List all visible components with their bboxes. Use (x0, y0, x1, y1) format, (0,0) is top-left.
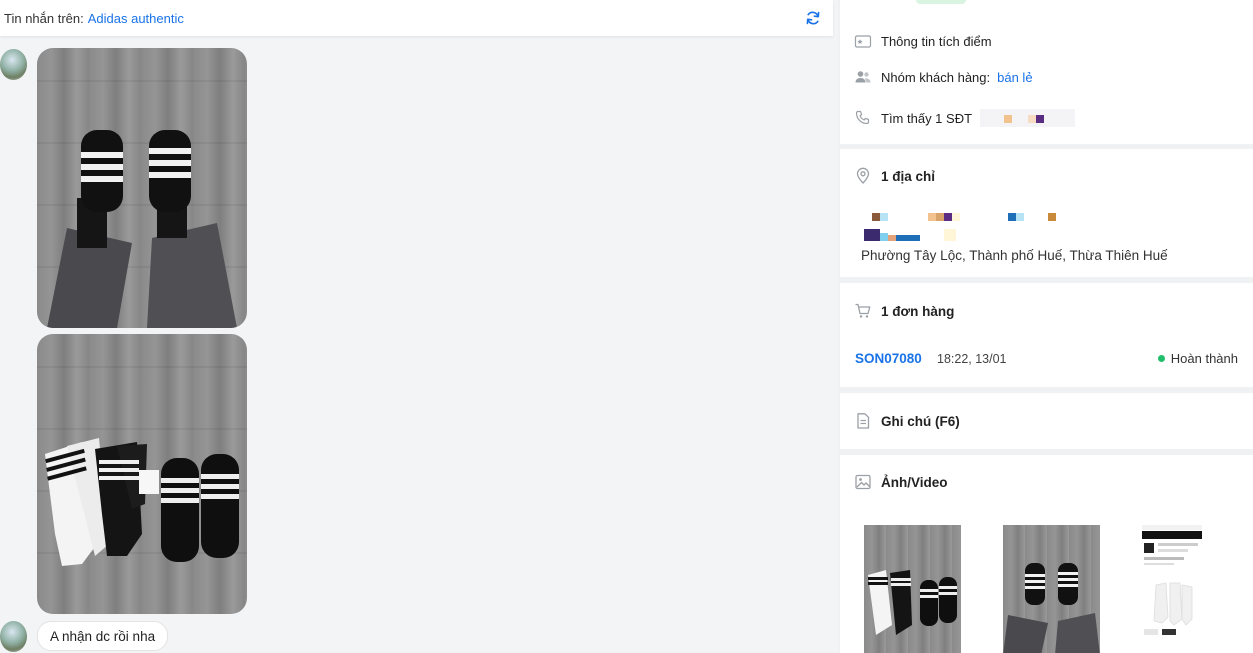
chat-page-link[interactable]: Adidas authentic (88, 11, 184, 26)
points-row[interactable]: Thông tin tích điểm (854, 32, 992, 50)
photo-socks-slides (45, 438, 239, 566)
order-row[interactable]: SON07080 18:22, 13/01 Hoàn thành (855, 349, 1238, 369)
group-row: Nhóm khách hàng: bán lẻ (854, 68, 1033, 86)
media-thumbnail[interactable] (1003, 525, 1100, 653)
thumb-socks-slides (868, 570, 957, 635)
notes-title: Ghi chú (F6) (881, 413, 960, 429)
message-text: A nhận dc rồi nha (50, 628, 156, 644)
customer-info-card: Thông tin tích điểm Nhóm khách hàng: bán… (840, 0, 1253, 144)
thumb-slides-feet (1003, 563, 1100, 653)
media-thumbnail[interactable] (1142, 525, 1202, 637)
chat-area: Tin nhắn trên: Adidas authentic A nhận d… (0, 0, 838, 653)
message-photo[interactable] (37, 48, 247, 328)
address-card: 1 địa chỉ Phường Tây Lộc, Thành phố Huế,… (840, 149, 1253, 277)
orders-header: 1 đơn hàng (854, 302, 954, 320)
group-value-link[interactable]: bán lẻ (997, 70, 1032, 85)
address-header: 1 địa chỉ (854, 167, 935, 185)
refresh-icon[interactable] (805, 10, 821, 26)
phone-label: Tìm thấy 1 SĐT (881, 110, 973, 126)
note-icon (854, 412, 872, 430)
message-photo[interactable] (37, 334, 247, 614)
phone-number-redacted[interactable] (980, 109, 1076, 127)
address-line: Phường Tây Lộc, Thành phố Huế, Thừa Thiê… (861, 248, 1168, 263)
address-title: 1 địa chỉ (881, 168, 936, 184)
thumb-product-screenshot (1142, 525, 1202, 635)
status-dot-icon (1157, 355, 1165, 362)
orders-title: 1 đơn hàng (881, 303, 955, 319)
phone-icon (854, 109, 872, 127)
order-code-link[interactable]: SON07080 (855, 351, 922, 366)
order-status-text: Hoàn thành (1170, 351, 1238, 366)
order-time: 18:22, 13/01 (937, 352, 1007, 366)
cart-icon (854, 302, 872, 320)
customer-avatar[interactable] (0, 49, 27, 80)
group-label: Nhóm khách hàng: (881, 69, 991, 85)
users-icon (854, 68, 872, 86)
image-icon (854, 473, 872, 491)
chat-header: Tin nhắn trên: Adidas authentic (0, 0, 833, 36)
message-bubble: A nhận dc rồi nha (37, 621, 169, 651)
notes-header[interactable]: Ghi chú (F6) (854, 412, 960, 430)
customer-panel: Thông tin tích điểm Nhóm khách hàng: bán… (838, 0, 1253, 653)
phone-row: Tìm thấy 1 SĐT (854, 109, 1076, 127)
map-pin-icon (854, 167, 872, 185)
address-street-redacted[interactable] (862, 209, 1082, 245)
orders-card: 1 đơn hàng SON07080 18:22, 13/01 Hoàn th… (840, 283, 1253, 387)
top-tab-indicator (916, 0, 966, 4)
media-header: Ảnh/Video (854, 473, 948, 491)
photo-slides-feet (47, 130, 237, 328)
media-title: Ảnh/Video (881, 474, 948, 490)
points-label: Thông tin tích điểm (881, 33, 992, 49)
chat-source-label: Tin nhắn trên: (4, 10, 84, 26)
media-thumbnail[interactable] (864, 525, 961, 653)
notes-card[interactable]: Ghi chú (F6) (840, 393, 1253, 449)
order-status: Hoàn thành (1157, 351, 1238, 366)
customer-avatar[interactable] (0, 621, 27, 652)
star-card-icon (854, 32, 872, 50)
